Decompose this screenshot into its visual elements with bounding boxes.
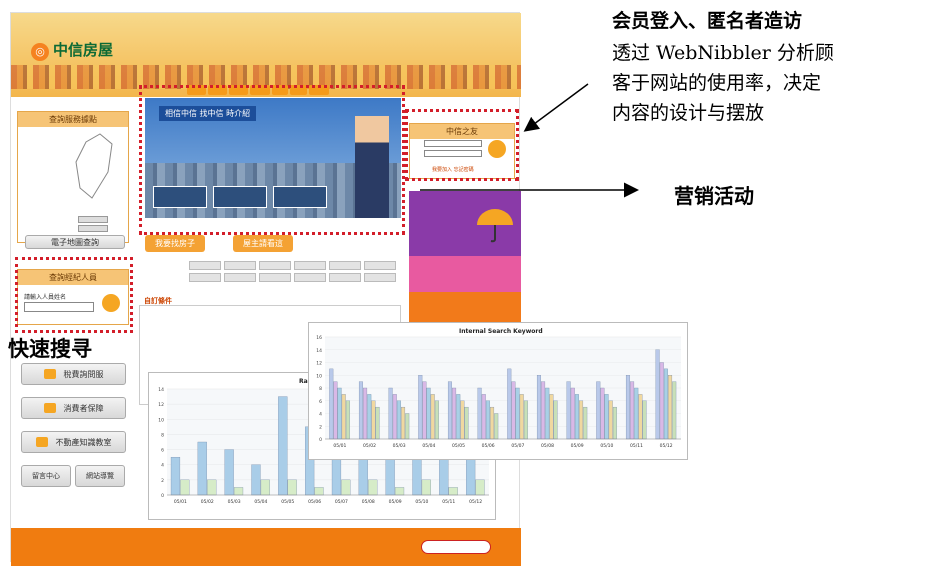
annotation-arrows [420,83,639,198]
member-arrow [523,83,589,132]
